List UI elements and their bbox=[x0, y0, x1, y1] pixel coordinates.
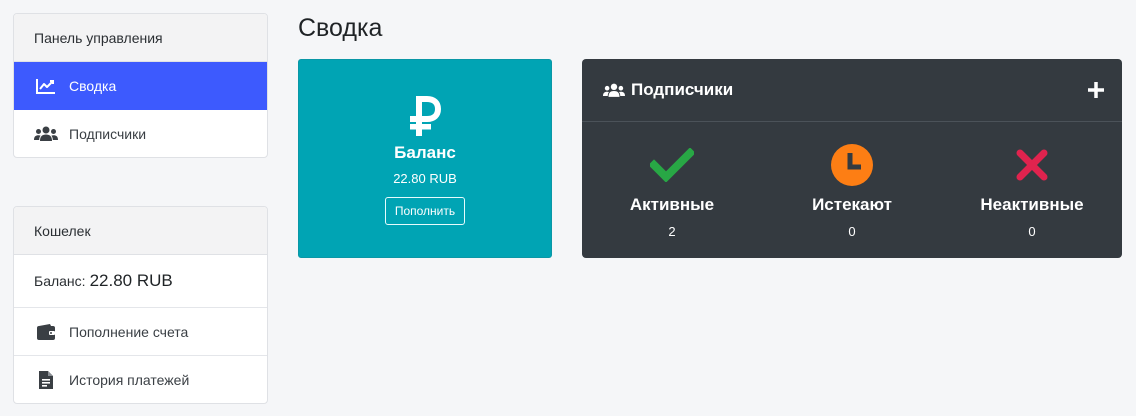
stat-inactive: Неактивные 0 bbox=[942, 144, 1122, 239]
subscribers-card-title: Подписчики bbox=[631, 80, 734, 99]
balance-card-amount: 22.80 RUB bbox=[393, 171, 457, 186]
users-icon bbox=[603, 83, 625, 98]
sidebar-item-subscribers[interactable]: Подписчики bbox=[14, 110, 267, 157]
subscribers-card: Подписчики Активные 2 Истекают 0 Неактив… bbox=[582, 59, 1122, 258]
wallet-title: Кошелек bbox=[34, 222, 91, 239]
wallet-icon bbox=[34, 322, 58, 342]
chart-line-icon bbox=[34, 76, 58, 96]
users-icon bbox=[34, 124, 58, 144]
control-panel-title: Панель управления bbox=[34, 29, 163, 46]
balance-card: Баланс 22.80 RUB Пополнить bbox=[298, 59, 552, 258]
stat-active: Активные 2 bbox=[582, 144, 762, 239]
subscriber-stats: Активные 2 Истекают 0 Неактивные 0 bbox=[582, 122, 1122, 239]
control-panel-header: Панель управления bbox=[14, 14, 267, 62]
topup-account-label: Пополнение счета bbox=[69, 323, 189, 340]
sidebar-item-label: Подписчики bbox=[69, 126, 147, 142]
sidebar-item-label: Сводка bbox=[69, 78, 117, 94]
receipt-icon bbox=[34, 370, 58, 390]
clock-icon bbox=[831, 144, 873, 186]
x-icon bbox=[1016, 144, 1048, 186]
control-panel-card: Панель управления Сводка Подписчики bbox=[13, 13, 268, 158]
balance-card-title: Баланс bbox=[394, 143, 456, 162]
add-subscriber-button[interactable] bbox=[1088, 82, 1104, 98]
stat-label: Истекают bbox=[812, 195, 892, 214]
topup-account-link[interactable]: Пополнение счета bbox=[14, 307, 267, 355]
plus-icon bbox=[1088, 82, 1104, 98]
stat-label: Неактивные bbox=[980, 195, 1084, 214]
wallet-header: Кошелек bbox=[14, 207, 267, 255]
balance-label: Баланс: bbox=[34, 273, 86, 289]
payment-history-link[interactable]: История платежей bbox=[14, 355, 267, 403]
balance-value: 22.80 RUB bbox=[89, 271, 173, 290]
stat-label: Активные bbox=[629, 195, 715, 214]
page-title: Сводка bbox=[298, 14, 383, 42]
wallet-balance: Баланс: 22.80 RUB bbox=[14, 255, 267, 307]
subscribers-card-header: Подписчики bbox=[582, 59, 1122, 122]
payment-history-label: История платежей bbox=[69, 371, 190, 388]
stat-count: 0 bbox=[1028, 224, 1036, 239]
topup-button[interactable]: Пополнить bbox=[384, 197, 466, 225]
check-icon bbox=[650, 144, 694, 186]
sidebar-item-summary[interactable]: Сводка bbox=[14, 62, 267, 110]
wallet-card: Кошелек Баланс: 22.80 RUB Пополнение сче… bbox=[13, 206, 268, 404]
ruble-icon bbox=[409, 96, 441, 136]
stat-expiring: Истекают 0 bbox=[762, 144, 942, 239]
stat-count: 2 bbox=[668, 224, 676, 239]
stat-count: 0 bbox=[848, 224, 856, 239]
